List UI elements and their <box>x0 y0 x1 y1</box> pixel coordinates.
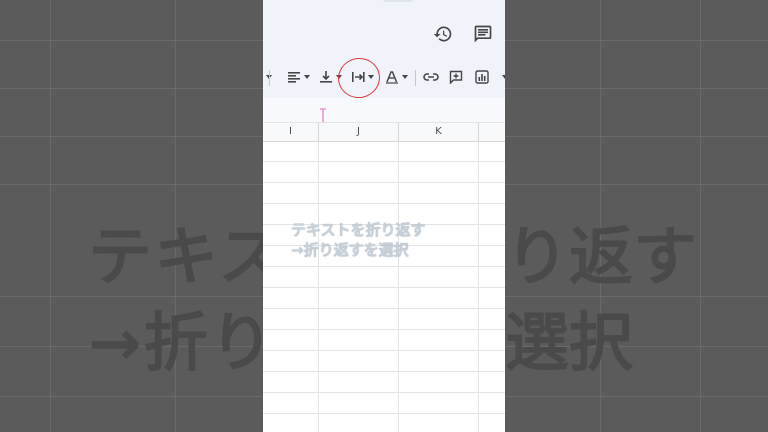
bg-grid-line <box>700 0 701 432</box>
align-vertical-icon <box>320 71 332 83</box>
insert-chart-button[interactable] <box>475 66 489 88</box>
text-rotation-icon <box>386 71 398 84</box>
toolbar-more-caret[interactable] <box>499 66 505 88</box>
column-header-k[interactable]: K <box>399 123 479 141</box>
align-horizontal-icon <box>288 72 300 83</box>
toolbar-divider <box>415 70 416 86</box>
bg-grid-line <box>50 0 51 432</box>
caption-line2: →折り返すを選択 <box>291 241 409 259</box>
grid-row-line <box>263 329 505 330</box>
horizontal-align-button[interactable] <box>287 66 310 88</box>
comments-button[interactable] <box>469 20 497 48</box>
column-header-i[interactable]: I <box>263 123 319 141</box>
caret-down-icon <box>304 75 310 79</box>
grid-row-line <box>263 266 505 267</box>
grid-row-line <box>263 392 505 393</box>
format-toolbar <box>263 54 505 102</box>
caption-line1: テキストを折り返す <box>291 221 426 239</box>
bg-caption-right-line2: 選択 <box>505 307 633 381</box>
grid-row-line <box>263 350 505 351</box>
toolbar-divider <box>269 70 270 86</box>
insert-chart-icon <box>475 70 489 84</box>
bg-caption-right-line1: り返す <box>505 221 697 295</box>
video-caption: テキストを折り返す →折り返すを選択 <box>291 220 426 260</box>
background-caption-right: り返す 選択 <box>505 215 697 387</box>
text-rotation-button[interactable] <box>385 66 408 88</box>
insert-link-button[interactable] <box>423 66 439 88</box>
formula-bar-area[interactable] <box>263 98 505 130</box>
grid-row-line <box>263 413 505 414</box>
insert-comment-icon <box>449 70 463 84</box>
status-indicator <box>383 0 413 2</box>
version-history-button[interactable] <box>429 20 457 48</box>
column-header-row: I J K <box>263 122 505 142</box>
caret-down-icon <box>502 75 505 79</box>
grid-row-line <box>263 371 505 372</box>
insert-link-icon <box>423 73 439 81</box>
grid-row-line <box>263 287 505 288</box>
caret-down-icon <box>402 75 408 79</box>
annotation-circle <box>334 54 384 102</box>
toolbar-overflow-caret[interactable] <box>263 66 272 88</box>
column-header-j[interactable]: J <box>319 123 399 141</box>
history-icon <box>433 26 452 42</box>
grid-row-line <box>263 161 505 162</box>
phone-screen: I J K テキストを折り返す →折り返すを選択 <box>263 0 505 432</box>
grid-row-line <box>263 203 505 204</box>
cell-grid[interactable] <box>263 141 505 432</box>
top-app-bar <box>263 0 505 56</box>
insert-comment-button[interactable] <box>449 66 463 88</box>
comment-icon <box>474 25 492 43</box>
grid-row-line <box>263 182 505 183</box>
grid-row-line <box>263 308 505 309</box>
